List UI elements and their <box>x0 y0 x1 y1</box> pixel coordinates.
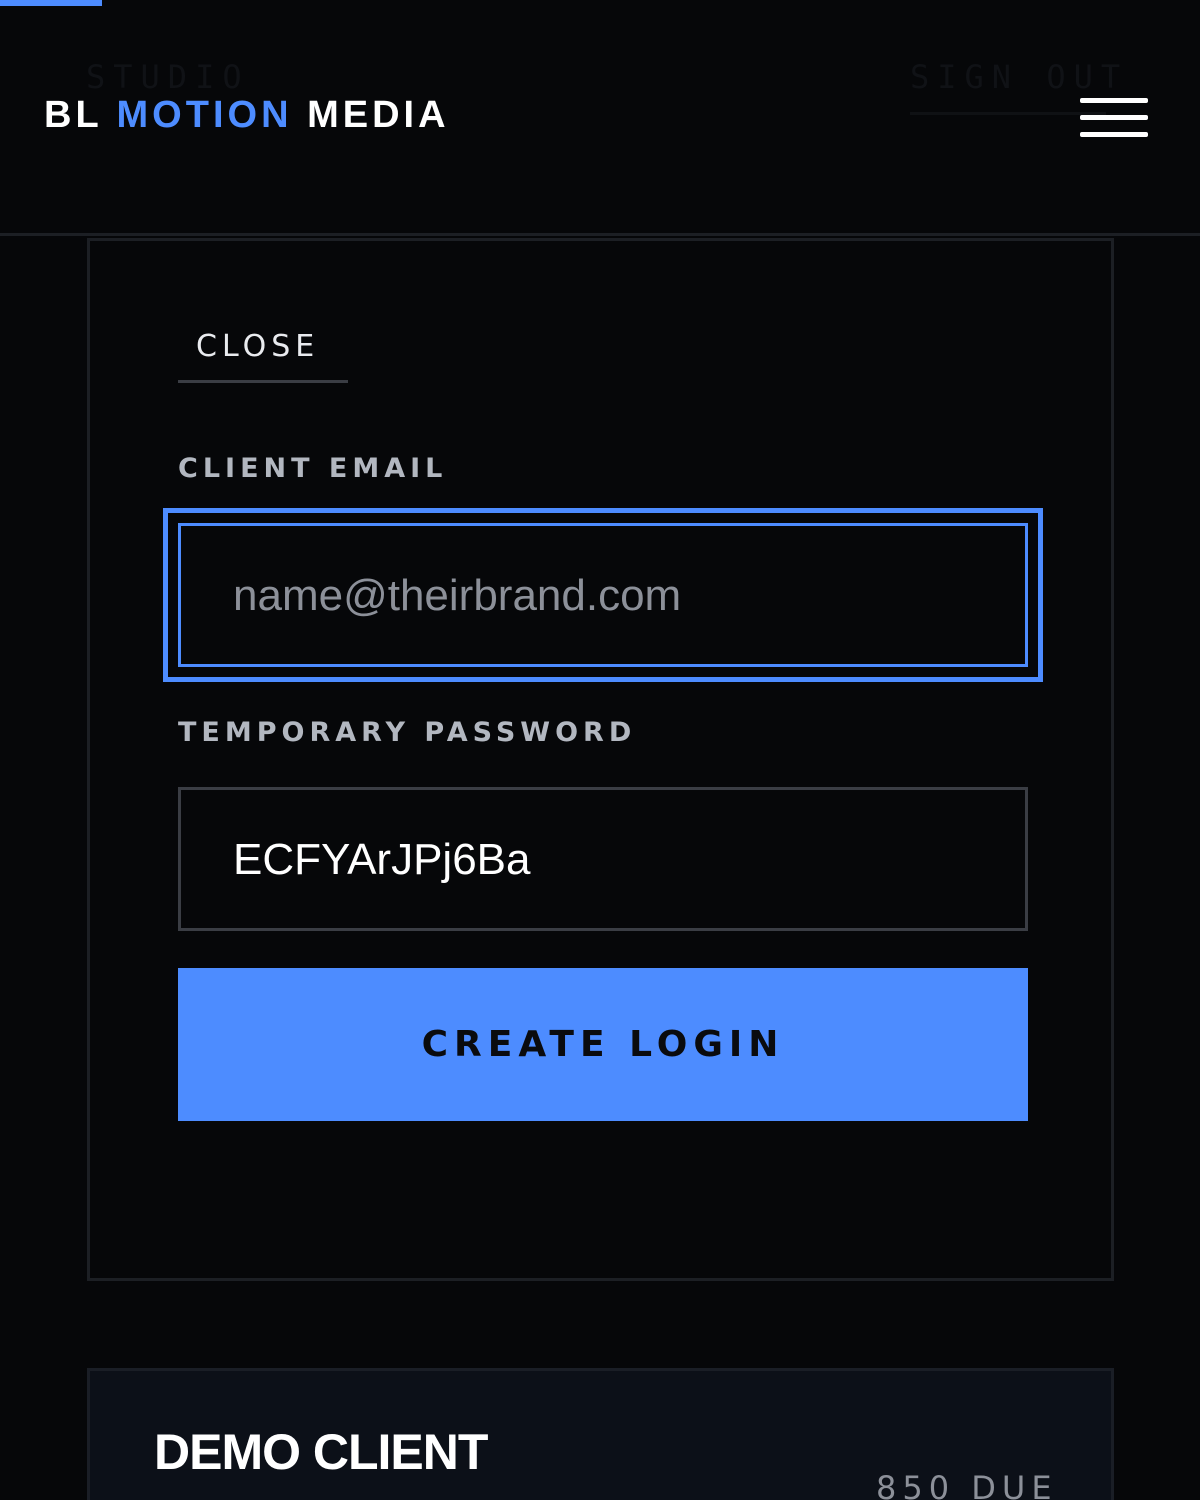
hamburger-line <box>1080 98 1148 103</box>
logo-text-motion: MOTION <box>116 94 293 136</box>
temporary-password-label: TEMPORARY PASSWORD <box>178 717 637 748</box>
sign-out-link[interactable]: SIGN OUT <box>910 58 1128 96</box>
logo-text-media: MEDIA <box>292 94 450 136</box>
close-button[interactable]: CLOSE <box>178 325 348 383</box>
create-login-panel: CLOSE CLIENT EMAIL name@theirbrand.com T… <box>87 238 1114 1281</box>
brand-logo[interactable]: BL MOTION MEDIA <box>44 94 450 137</box>
temporary-password-input[interactable]: ECFYArJPj6Ba <box>178 787 1028 931</box>
client-name: DEMO CLIENT <box>154 1424 488 1480</box>
client-email-label: CLIENT EMAIL <box>178 453 448 484</box>
studio-link[interactable]: STUDIO <box>86 58 250 96</box>
hamburger-icon[interactable] <box>1078 96 1150 144</box>
logo-text-bl: BL <box>44 94 117 136</box>
header: STUDIO SIGN OUT BL MOTION MEDIA <box>0 0 1200 236</box>
page: STUDIO SIGN OUT BL MOTION MEDIA CLOSE CL… <box>0 0 1200 1500</box>
sign-out-underline <box>910 112 1106 115</box>
client-email-input[interactable]: name@theirbrand.com <box>178 523 1028 667</box>
client-due-amount: 850 DUE <box>876 1469 1058 1500</box>
hamburger-line <box>1080 132 1148 137</box>
hamburger-line <box>1080 115 1148 120</box>
client-card[interactable]: DEMO CLIENT 850 DUE <box>87 1368 1114 1500</box>
create-login-button[interactable]: CREATE LOGIN <box>178 968 1028 1121</box>
